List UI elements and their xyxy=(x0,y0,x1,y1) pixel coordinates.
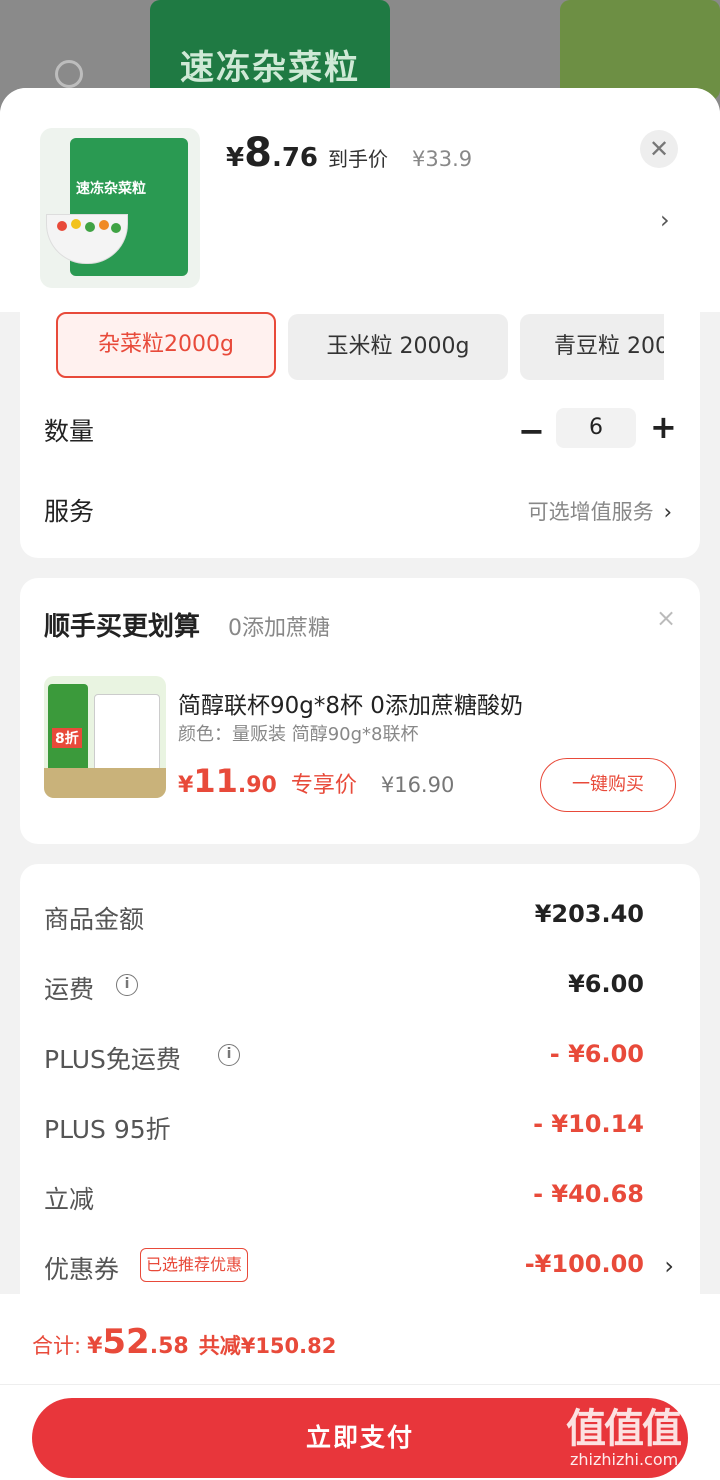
chevron-right-icon[interactable]: › xyxy=(664,1252,674,1280)
service-link-text: 可选增值服务 xyxy=(527,500,654,524)
summary-row-coupon[interactable]: 优惠券 已选推荐优惠 -¥100.00 › xyxy=(20,1248,700,1288)
product-header: 速冻杂菜粒 ¥ 8 .76 到手价 ¥33.9 ✕ › xyxy=(0,88,720,312)
summary-value: ¥6.00 xyxy=(568,970,644,998)
total-savings: 共减¥150.82 xyxy=(198,1334,337,1358)
quantity-plus-button[interactable]: + xyxy=(650,408,677,446)
upsell-image-ground xyxy=(44,768,166,798)
info-icon[interactable]: i xyxy=(116,974,138,996)
summary-label: 商品金额 xyxy=(44,905,145,934)
summary-value: - ¥6.00 xyxy=(549,1040,644,1068)
variant-option-0[interactable]: 杂菜粒2000g xyxy=(56,312,276,378)
background-search-icon xyxy=(55,60,83,88)
upsell-price-currency: ¥ xyxy=(178,773,194,798)
close-icon[interactable]: ✕ xyxy=(640,130,678,168)
summary-value: - ¥40.68 xyxy=(533,1180,644,1208)
summary-value: - ¥10.14 xyxy=(533,1110,644,1138)
variant-option-1[interactable]: 玉米粒 2000g xyxy=(288,314,508,380)
product-price: ¥ 8 .76 到手价 ¥33.9 xyxy=(226,130,473,176)
price-tag: 到手价 xyxy=(328,147,388,171)
watermark: 值值值 zhizhizhi.com xyxy=(566,1396,716,1476)
total-decimal: .58 xyxy=(149,1334,189,1359)
summary-value: -¥100.00 xyxy=(524,1250,644,1278)
upsell-product-image[interactable]: 8折 xyxy=(44,676,166,798)
service-options-link[interactable]: 可选增值服务 › xyxy=(528,496,672,526)
summary-row-plus-free-shipping: PLUS免运费 i - ¥6.00 xyxy=(20,1038,700,1078)
upsell-title: 顺手买更划算 xyxy=(44,612,201,642)
one-click-buy-button[interactable]: 一键购买 xyxy=(540,758,676,812)
product-thumbnail[interactable]: 速冻杂菜粒 xyxy=(40,128,200,288)
upsell-image-badge: 8折 xyxy=(52,728,82,748)
variant-selector: 杂菜粒2000g 玉米粒 2000g 青豆粒 2000g xyxy=(40,312,664,382)
summary-row-instant-discount: 立减 - ¥40.68 xyxy=(20,1178,700,1218)
upsell-price-integer: 11 xyxy=(193,762,238,800)
price-currency: ¥ xyxy=(226,143,245,173)
summary-row-plus-discount: PLUS 95折 - ¥10.14 xyxy=(20,1108,700,1148)
summary-label: 运费 xyxy=(44,975,95,1004)
summary-value: ¥203.40 xyxy=(534,900,644,928)
upsell-price-decimal: .90 xyxy=(237,773,277,798)
summary-label: 立减 xyxy=(44,1185,95,1214)
upsell-product-name[interactable]: 简醇联杯90g*8杯 0添加蔗糖酸奶 xyxy=(178,686,523,720)
service-label: 服务 xyxy=(44,497,95,526)
footer-divider xyxy=(0,1384,720,1385)
summary-row-subtotal: 商品金额 ¥203.40 xyxy=(20,898,700,938)
upsell-original-price: ¥16.90 xyxy=(380,773,455,797)
variant-option-2[interactable]: 青豆粒 2000g xyxy=(520,314,664,380)
summary-label: PLUS免运费 xyxy=(44,1045,181,1074)
total-currency: ¥ xyxy=(87,1334,103,1359)
background-pack-text: 速冻杂菜粒 xyxy=(180,48,360,88)
upsell-subtitle: 0添加蔗糖 xyxy=(228,616,330,641)
original-price: ¥33.9 xyxy=(412,147,473,171)
upsell-cup-image xyxy=(94,694,160,774)
order-total: 合计: ¥ 52 .58 共减¥150.82 xyxy=(32,1322,336,1362)
watermark-url: zhizhizhi.com xyxy=(570,1450,679,1469)
quantity-minus-button[interactable]: − xyxy=(518,412,545,450)
price-integer: 8 xyxy=(244,130,272,176)
background-product-image: 速冻杂菜粒 xyxy=(150,0,390,100)
summary-row-shipping: 运费 i ¥6.00 xyxy=(20,968,700,1008)
product-image-text: 速冻杂菜粒 xyxy=(76,181,146,197)
upsell-price: ¥ 11 .90 专享价 ¥16.90 xyxy=(178,762,454,800)
info-icon[interactable]: i xyxy=(218,1044,240,1066)
background-veg-image xyxy=(560,0,720,100)
upsell-price-tag: 专享价 xyxy=(290,773,357,798)
chevron-right-icon: › xyxy=(663,500,672,524)
coupon-status-badge: 已选推荐优惠 xyxy=(140,1248,249,1282)
purchase-sheet: 速冻杂菜粒 ¥ 8 .76 到手价 ¥33.9 ✕ › 数量 − 6 + 服务 … xyxy=(0,88,720,1480)
chevron-right-icon[interactable]: › xyxy=(660,206,670,234)
summary-label: PLUS 95折 xyxy=(44,1115,171,1144)
price-summary: 商品金额 ¥203.40 运费 i ¥6.00 PLUS免运费 i - ¥6.0… xyxy=(20,864,700,1324)
price-decimal: .76 xyxy=(271,143,318,173)
upsell-close-icon[interactable]: × xyxy=(656,604,676,632)
total-integer: 52 xyxy=(102,1322,150,1362)
watermark-logo: 值值值 xyxy=(566,1406,682,1452)
quantity-input[interactable]: 6 xyxy=(556,408,636,448)
upsell-product-spec: 颜色：量贩装 简醇90g*8联杯 xyxy=(178,724,419,745)
upsell-card: 顺手买更划算 0添加蔗糖 × 8折 简醇联杯90g*8杯 0添加蔗糖酸奶 颜色：… xyxy=(20,578,700,844)
summary-label: 优惠券 xyxy=(44,1255,120,1284)
quantity-label: 数量 xyxy=(44,417,95,446)
total-label: 合计: xyxy=(32,1334,82,1358)
